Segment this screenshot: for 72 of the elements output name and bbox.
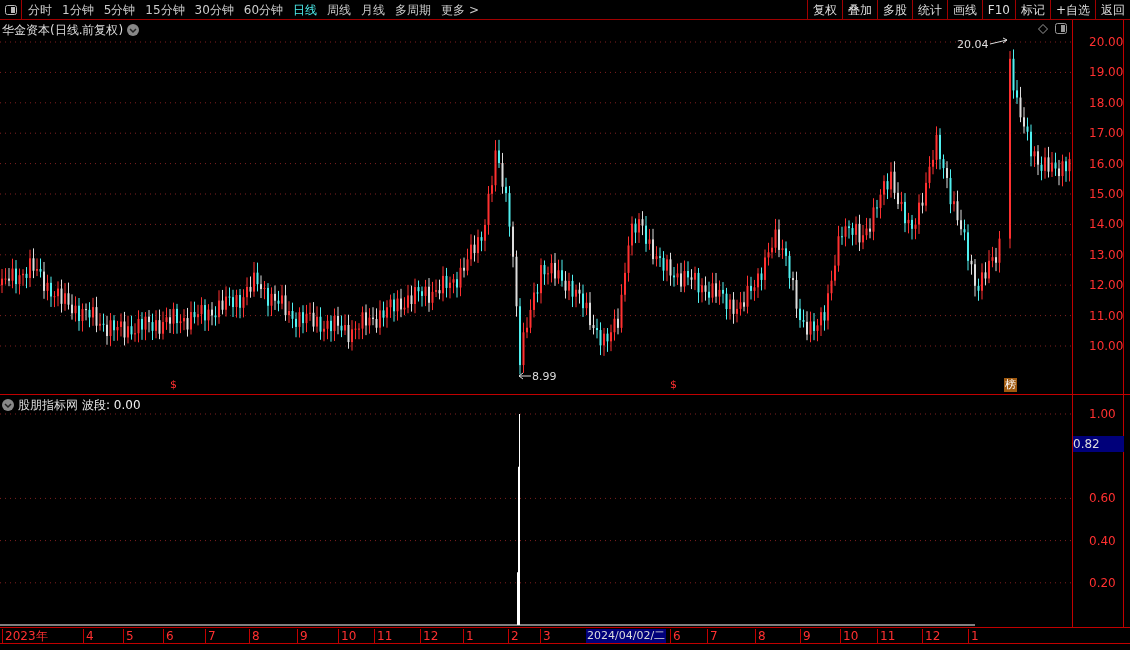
period-tab[interactable]: 15分钟 xyxy=(145,0,185,19)
date-label: 10 xyxy=(840,629,859,643)
axis-label: 15.00 xyxy=(1089,187,1124,201)
toolbar-button[interactable]: 多股 xyxy=(876,0,912,19)
toolbar-button[interactable]: 统计 xyxy=(911,0,947,19)
axis-label: 20.00 xyxy=(1089,35,1124,49)
axis-label: 0.60 xyxy=(1089,491,1116,506)
arrow-icon xyxy=(518,372,532,380)
date-label: 4 xyxy=(83,629,94,643)
date-label: 7 xyxy=(205,629,216,643)
toolbar-button[interactable]: 标记 xyxy=(1014,0,1050,19)
axis-label: 18.00 xyxy=(1089,95,1124,110)
toolbar-button[interactable]: 画线 xyxy=(946,0,982,19)
date-label: 6 xyxy=(163,629,174,643)
date-label: 2024/04/02/二 xyxy=(586,629,667,643)
date-label: 1 xyxy=(463,629,474,643)
indicator-name: 股朋指标网 xyxy=(18,397,78,414)
date-label: 3 xyxy=(540,629,551,643)
high-price-label: 20.04 xyxy=(957,37,989,53)
date-label: 12 xyxy=(922,629,941,643)
axis-label: 14.00 xyxy=(1089,217,1124,232)
period-tab[interactable]: 更多 > xyxy=(441,0,479,19)
date-label: 2023年 xyxy=(2,629,48,643)
date-label: 10 xyxy=(338,629,357,643)
chart-title: 华金资本(日线.前复权) xyxy=(2,22,124,39)
axis-label: 1.00 xyxy=(1089,407,1116,421)
dropdown-icon[interactable] xyxy=(127,24,140,36)
date-label: 7 xyxy=(707,629,718,643)
period-tab[interactable]: 日线 xyxy=(293,0,318,19)
date-label: 12 xyxy=(420,629,439,643)
toolbar-button[interactable]: 返回 xyxy=(1095,0,1130,19)
axis-label: 17.00 xyxy=(1089,126,1124,141)
period-tab[interactable]: 30分钟 xyxy=(194,0,234,19)
date-label: 6 xyxy=(670,629,681,643)
axis-label: 0.20 xyxy=(1089,575,1116,590)
date-label: 11 xyxy=(877,629,896,643)
period-tab[interactable]: 5分钟 xyxy=(103,0,136,19)
axis-label: 11.00 xyxy=(1089,308,1124,323)
panel-icon[interactable] xyxy=(1055,23,1067,34)
dollar-sign-marker: $ xyxy=(170,378,177,392)
period-tab[interactable]: 分时 xyxy=(28,0,52,19)
toolbar-button[interactable]: 叠加 xyxy=(841,0,877,19)
period-tab[interactable]: 多周期 xyxy=(395,0,432,19)
axis-label: 13.00 xyxy=(1089,247,1124,262)
date-label: 9 xyxy=(297,629,308,643)
date-label: 11 xyxy=(374,629,393,643)
dollar-sign-marker: $ xyxy=(670,378,677,392)
toolbar-button[interactable]: F10 xyxy=(981,0,1015,19)
low-price-label: 8.99 xyxy=(532,369,557,385)
date-label: 5 xyxy=(123,629,134,643)
period-tab[interactable]: 60分钟 xyxy=(243,0,284,19)
list-badge: 榜 xyxy=(1004,378,1017,392)
date-label: 1 xyxy=(968,629,979,643)
axis-label: 10.00 xyxy=(1089,339,1124,353)
dropdown-icon[interactable] xyxy=(2,399,14,411)
axis-label: 19.00 xyxy=(1089,65,1124,80)
toolbar-button[interactable]: 复权 xyxy=(806,0,842,19)
date-label: 8 xyxy=(755,629,766,643)
axis-label: 0.40 xyxy=(1089,533,1116,548)
period-tab[interactable]: 周线 xyxy=(327,0,352,19)
panel-icon xyxy=(4,4,17,15)
arrow-icon xyxy=(989,37,1008,45)
axis-label: 16.00 xyxy=(1089,156,1124,171)
date-label: 8 xyxy=(249,629,260,643)
period-tab[interactable]: 1分钟 xyxy=(62,0,94,19)
date-label: 9 xyxy=(800,629,811,643)
date-label: 2 xyxy=(508,629,519,643)
indicator-reading: 波段: 0.00 xyxy=(82,397,141,414)
axis-label: 12.00 xyxy=(1089,278,1124,293)
cursor-value-label: 0.82 xyxy=(1073,436,1124,452)
period-tab[interactable]: 月线 xyxy=(361,0,386,19)
toolbar-button[interactable]: +自选 xyxy=(1049,0,1095,19)
